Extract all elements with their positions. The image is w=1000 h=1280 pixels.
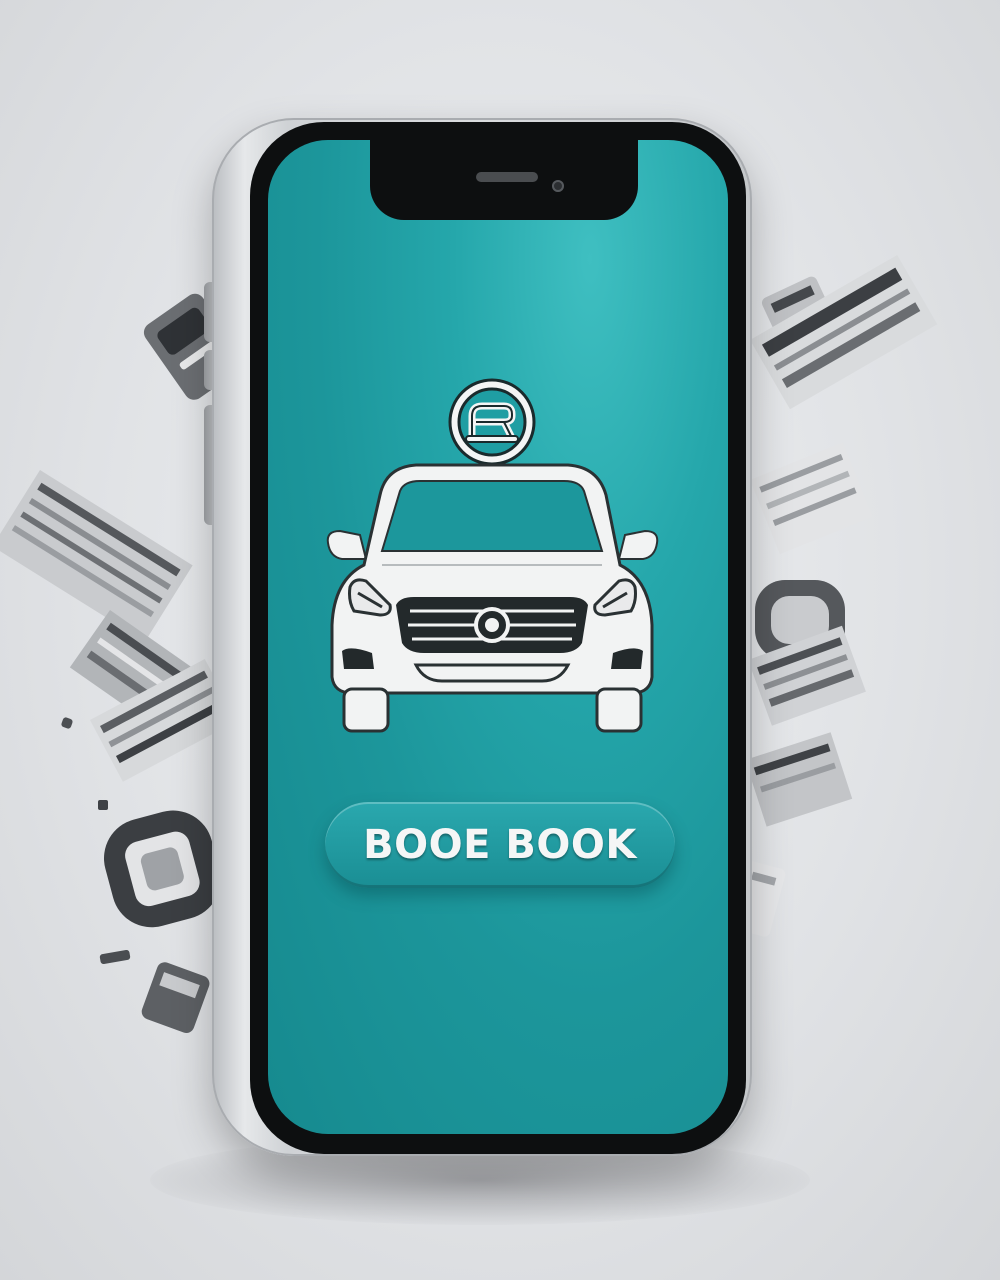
paper-fragment-icon xyxy=(745,732,853,827)
paper-fragment-icon xyxy=(0,469,193,642)
paper-fragment-icon xyxy=(61,717,73,729)
paper-fragment-icon xyxy=(99,949,131,965)
paper-fragment-icon xyxy=(98,800,108,810)
book-button[interactable]: BOOE BOOK xyxy=(325,802,675,888)
front-camera xyxy=(552,180,564,192)
paper-fragment-icon xyxy=(750,255,938,410)
book-button-label: BOOE BOOK xyxy=(363,822,637,868)
earpiece-speaker xyxy=(476,172,538,182)
paper-fragment-icon xyxy=(141,962,210,1033)
app-promo-scene: BOOE BOOK xyxy=(0,0,1000,1280)
debris-right-group xyxy=(731,255,938,937)
paper-fragment-icon xyxy=(103,810,221,928)
car-front-icon xyxy=(326,463,659,733)
paper-fragment-icon xyxy=(750,442,873,555)
